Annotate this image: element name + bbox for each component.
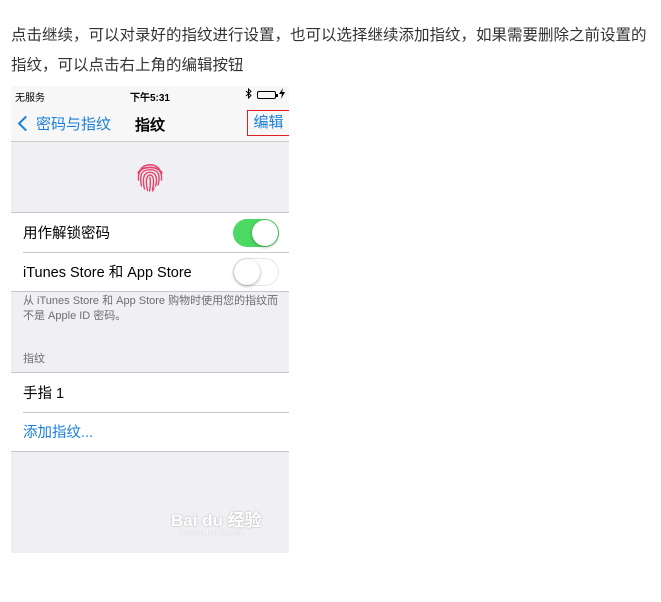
charging-icon: [279, 88, 285, 101]
unlock-toggle-label: 用作解锁密码: [23, 226, 110, 242]
unlock-toggle-row: 用作解锁密码: [11, 213, 289, 252]
unlock-toggle-switch[interactable]: [233, 219, 279, 247]
fingerprints-group: 手指 1 添加指纹...: [11, 372, 289, 452]
bluetooth-icon: [245, 87, 252, 102]
toggle-group: 用作解锁密码 iTunes Store 和 App Store: [11, 212, 289, 292]
store-footnote: 从 iTunes Store 和 App Store 购物时使用您的指纹而不是 …: [23, 295, 279, 322]
phone-screenshot: 无服务 下午5:31 密码与指纹 指纹 编辑 用作解锁密码 iTunes Sto…: [11, 86, 289, 553]
fingerprint-banner: [11, 142, 289, 212]
switch-knob: [234, 259, 260, 285]
edit-button[interactable]: 编辑: [247, 110, 289, 136]
watermark-subtext: jingyan.baidu.com: [179, 528, 244, 537]
add-fingerprint-label: 添加指纹...: [23, 425, 94, 441]
store-toggle-label: iTunes Store 和 App Store: [23, 265, 192, 281]
article-text: 点击继续，可以对录好的指纹进行设置，也可以选择继续添加指纹，如果需要删除之前设置…: [11, 26, 647, 74]
baidu-watermark: Bai du 经验 jingyan.baidu.com: [171, 498, 271, 546]
battery-icon: [257, 91, 278, 99]
store-toggle-row: iTunes Store 和 App Store: [11, 252, 289, 291]
store-toggle-switch[interactable]: [233, 258, 279, 286]
fingerprints-section-header: 指纹: [23, 353, 45, 365]
fingerprint-item[interactable]: 手指 1: [11, 373, 289, 412]
fingerprint-icon: [137, 164, 163, 192]
navigation-bar: 密码与指纹 指纹 编辑: [11, 104, 289, 142]
status-bar: 无服务 下午5:31: [11, 86, 289, 104]
fingerprint-item-label: 手指 1: [23, 386, 65, 402]
add-fingerprint-button[interactable]: 添加指纹...: [11, 412, 289, 451]
switch-knob: [252, 220, 278, 246]
